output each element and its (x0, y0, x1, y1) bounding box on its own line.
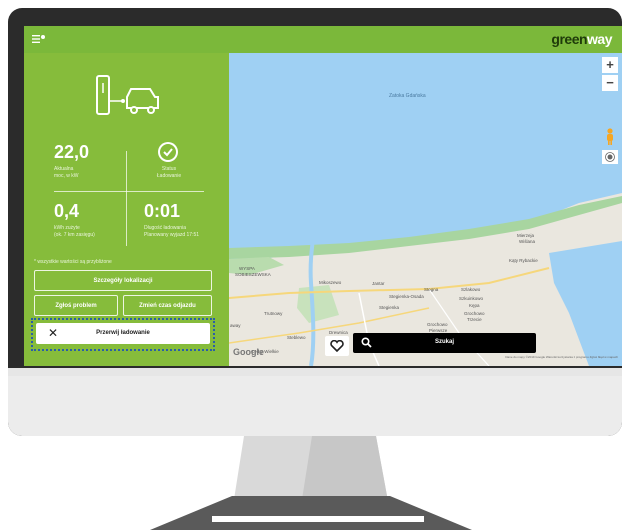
stop-charging-label: Przerwij ładowanie (96, 330, 150, 336)
zoom-out-button[interactable]: − (602, 75, 618, 91)
map-label: Mikoszewo (319, 280, 342, 285)
app-screen: greenway 22,0 Aktualna moc, w kW Status … (24, 26, 622, 366)
pegman-icon[interactable] (604, 128, 616, 146)
logo-way: way (587, 31, 612, 47)
duration-caption: Długość ładowania Planowany wyjazd 17:51 (144, 225, 199, 239)
approximation-note: * wszystkie wartości są przybliżone (34, 259, 112, 265)
duration-value: 0:01 (144, 201, 181, 221)
monitor: greenway 22,0 Aktualna moc, w kW Status … (8, 8, 622, 436)
map-label: Szkuinkowo (459, 296, 484, 301)
map-footer[interactable]: Dane do mapy ©2019 Google Warunki korzys… (505, 355, 618, 359)
map-label: Stegna (424, 287, 439, 292)
location-details-button[interactable]: Szczegóły lokalizacji (34, 270, 212, 291)
power-caption: Aktualna moc, w kW (54, 166, 78, 180)
report-problem-button[interactable]: Zgłoś problem (34, 295, 118, 316)
duration-caption-line2: Planowany wyjazd 17:51 (144, 232, 200, 238)
map-label: Wiślana (519, 239, 536, 244)
menu-icon[interactable] (32, 34, 46, 44)
map-label: away (230, 323, 241, 328)
map-label: Mierzeja (517, 233, 535, 238)
map-label: Jantar (372, 281, 385, 286)
energy-caption-line2: (ok. 7 km zasięgu) (54, 232, 95, 238)
map-label: Trutnowy (264, 311, 283, 316)
zoom-in-button[interactable]: + (602, 57, 618, 73)
map-label: Stegienka-Osada (389, 294, 424, 299)
stop-charging-highlight: ✕ Przerwij ładowanie (31, 318, 215, 351)
my-location-button[interactable] (602, 150, 618, 164)
status-caption: Status Ładowanie (152, 166, 186, 180)
map-label: Grochowo (464, 311, 485, 316)
map-label: Drewnica (329, 330, 348, 335)
map-label: WYSPA (239, 266, 255, 271)
power-caption-line2: moc, w kW (54, 173, 79, 179)
stop-charging-button[interactable]: ✕ Przerwij ładowanie (36, 323, 210, 344)
google-logo: Google (233, 347, 264, 357)
search-label: Szukaj (434, 339, 454, 345)
map[interactable]: + − Zatoka Gdańska WYSPA SOBIESZEWSKA Mi… (229, 53, 622, 366)
change-departure-button[interactable]: Zmień czas odjazdu (123, 295, 212, 316)
greenway-logo: greenway (551, 31, 612, 47)
heart-icon (330, 340, 344, 352)
divider-horizontal (54, 191, 204, 192)
energy-value: 0,4 (54, 201, 80, 221)
status-caption-line1: Status (161, 166, 177, 172)
map-label: Trzecie (467, 317, 482, 322)
top-bar: greenway (24, 26, 622, 53)
search-button[interactable]: Szukaj (353, 333, 536, 353)
charging-panel: 22,0 Aktualna moc, w kW Status Ładowanie… (24, 53, 229, 366)
status-caption-line2: Ładowanie (156, 173, 182, 179)
map-label: Szlakowo (461, 287, 481, 292)
monitor-chin (8, 376, 622, 436)
map-label: Kąty Rybackie (509, 258, 538, 263)
map-label: Grochowo (427, 322, 448, 327)
power-value: 22,0 (54, 142, 90, 162)
monitor-bezel (8, 368, 622, 376)
divider-vertical (126, 151, 127, 246)
map-label: SOBIESZEWSKA (235, 272, 271, 277)
status-check-icon (158, 142, 178, 162)
duration-caption-line1: Długość ładowania (144, 225, 186, 231)
map-terrain (229, 193, 622, 366)
energy-caption-line1: kWh zużyte (54, 225, 80, 231)
favorite-button[interactable] (325, 336, 349, 356)
energy-caption: kWh zużyte (ok. 7 km zasięgu) (54, 225, 95, 239)
water-label: Zatoka Gdańska (389, 93, 426, 99)
map-label: Kępa (469, 303, 480, 308)
map-label: Stegienka (379, 305, 400, 310)
map-label: Steblewo (287, 335, 306, 340)
power-caption-line1: Aktualna (54, 166, 74, 172)
charger-car-icon (96, 75, 159, 115)
logo-green: green (551, 31, 588, 47)
